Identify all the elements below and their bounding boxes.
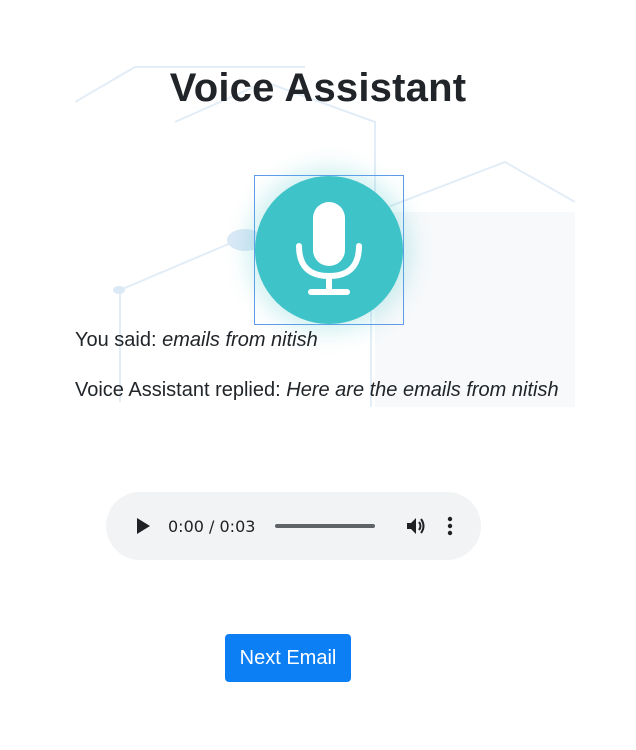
audio-time: 0:00 / 0:03	[168, 516, 256, 536]
next-email-button[interactable]: Next Email	[225, 634, 351, 682]
assistant-reply-label: Voice Assistant replied:	[75, 379, 281, 401]
volume-icon[interactable]	[405, 515, 427, 537]
voice-assistant-page: Voice Assistant You said: emails from ni…	[0, 0, 636, 750]
audio-player: 0:00 / 0:03	[106, 492, 481, 560]
audio-progress-track[interactable]	[275, 524, 376, 528]
user-query-label: You said:	[75, 329, 157, 351]
microphone-icon	[296, 202, 362, 295]
play-icon[interactable]	[134, 517, 152, 535]
user-query-text: emails from nitish	[162, 329, 318, 351]
assistant-reply-text: Here are the emails from nitish	[286, 379, 559, 401]
microphone-button[interactable]	[254, 175, 404, 325]
page-title: Voice Assistant	[169, 66, 467, 110]
more-vertical-icon[interactable]	[447, 516, 453, 536]
microphone-circle	[255, 176, 403, 324]
assistant-reply-line: Voice Assistant replied: Here are the em…	[75, 379, 559, 402]
user-query-line: You said: emails from nitish	[75, 329, 318, 352]
